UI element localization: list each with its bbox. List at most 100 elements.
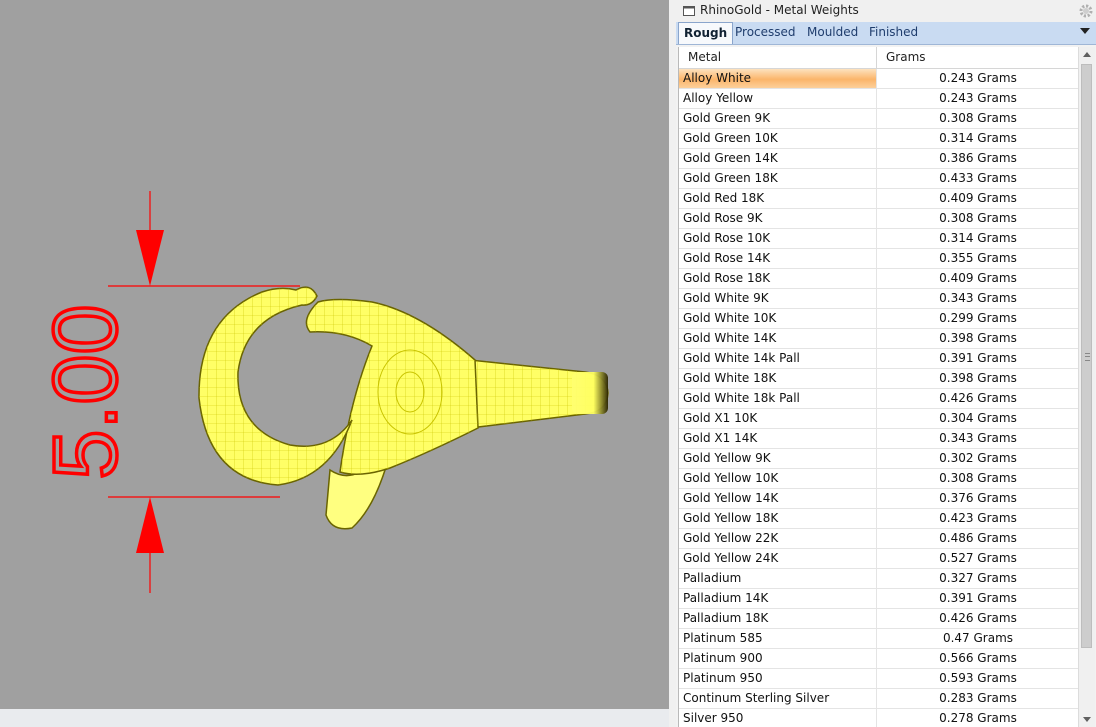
table-row[interactable]: Gold White 18K 0.398 Grams <box>679 369 1079 389</box>
cell-metal[interactable]: Gold X1 10K <box>679 409 877 428</box>
cell-grams[interactable]: 0.433 Grams <box>878 169 1078 188</box>
cell-metal[interactable]: Gold White 14K <box>679 329 877 348</box>
cell-grams[interactable]: 0.376 Grams <box>878 489 1078 508</box>
table-row[interactable]: Gold Yellow 24K 0.527 Grams <box>679 549 1079 569</box>
cell-metal[interactable]: Gold Yellow 9K <box>679 449 877 468</box>
table-row[interactable]: Continum Sterling Silver 0.283 Grams <box>679 689 1079 709</box>
cell-grams[interactable]: 0.47 Grams <box>878 629 1078 648</box>
cell-grams[interactable]: 0.314 Grams <box>878 129 1078 148</box>
table-row[interactable]: Gold Yellow 14K 0.376 Grams <box>679 489 1079 509</box>
table-row[interactable]: Gold Yellow 9K 0.302 Grams <box>679 449 1079 469</box>
cell-grams[interactable]: 0.391 Grams <box>878 349 1078 368</box>
table-row[interactable]: Gold Rose 14K 0.355 Grams <box>679 249 1079 269</box>
tab-rough[interactable]: Rough <box>678 22 734 44</box>
vertical-scrollbar[interactable] <box>1078 47 1095 727</box>
cell-metal[interactable]: Gold Green 9K <box>679 109 877 128</box>
gear-icon[interactable] <box>1078 3 1094 19</box>
cell-grams[interactable]: 0.327 Grams <box>878 569 1078 588</box>
table-row[interactable]: Gold Green 14K 0.386 Grams <box>679 149 1079 169</box>
cell-metal[interactable]: Gold White 14k Pall <box>679 349 877 368</box>
cell-metal[interactable]: Gold Green 14K <box>679 149 877 168</box>
cell-metal[interactable]: Gold X1 14K <box>679 429 877 448</box>
cell-grams[interactable]: 0.593 Grams <box>878 669 1078 688</box>
cell-metal[interactable]: Palladium 14K <box>679 589 877 608</box>
chevron-down-icon[interactable] <box>1080 28 1090 34</box>
table-row[interactable]: Platinum 585 0.47 Grams <box>679 629 1079 649</box>
table-row[interactable]: Gold Green 9K 0.308 Grams <box>679 109 1079 129</box>
cell-grams[interactable]: 0.355 Grams <box>878 249 1078 268</box>
cell-metal[interactable]: Gold Green 18K <box>679 169 877 188</box>
cell-metal[interactable]: Gold Yellow 10K <box>679 469 877 488</box>
table-row[interactable]: Gold Rose 10K 0.314 Grams <box>679 229 1079 249</box>
cell-grams[interactable]: 0.283 Grams <box>878 689 1078 708</box>
cell-metal[interactable]: Continum Sterling Silver <box>679 689 877 708</box>
cell-metal[interactable]: Gold Rose 14K <box>679 249 877 268</box>
cell-grams[interactable]: 0.423 Grams <box>878 509 1078 528</box>
cell-grams[interactable]: 0.398 Grams <box>878 329 1078 348</box>
cell-grams[interactable]: 0.426 Grams <box>878 609 1078 628</box>
cell-metal[interactable]: Silver 950 <box>679 709 877 727</box>
cell-grams[interactable]: 0.566 Grams <box>878 649 1078 668</box>
table-row[interactable]: Platinum 950 0.593 Grams <box>679 669 1079 689</box>
cell-metal[interactable]: Gold White 18k Pall <box>679 389 877 408</box>
cell-grams[interactable]: 0.243 Grams <box>878 69 1078 88</box>
clasp-model[interactable] <box>198 286 609 530</box>
viewport-3d[interactable]: 5.00 <box>0 0 669 709</box>
table-row[interactable]: Gold White 14k Pall 0.391 Grams <box>679 349 1079 369</box>
cell-metal[interactable]: Gold Yellow 18K <box>679 509 877 528</box>
tab-finished[interactable]: Finished <box>864 22 923 43</box>
cell-grams[interactable]: 0.527 Grams <box>878 549 1078 568</box>
cell-grams[interactable]: 0.409 Grams <box>878 269 1078 288</box>
scroll-down-icon[interactable] <box>1083 717 1091 722</box>
table-row[interactable]: Gold White 18k Pall 0.426 Grams <box>679 389 1079 409</box>
table-row[interactable]: Gold Yellow 22K 0.486 Grams <box>679 529 1079 549</box>
cell-metal[interactable]: Gold Rose 18K <box>679 269 877 288</box>
metal-weights-table[interactable]: Metal Grams Alloy White 0.243 Grams Alloy … <box>678 47 1079 727</box>
table-row[interactable]: Silver 950 0.278 Grams <box>679 709 1079 727</box>
cell-metal[interactable]: Gold Yellow 14K <box>679 489 877 508</box>
cell-grams[interactable]: 0.278 Grams <box>878 709 1078 727</box>
cell-grams[interactable]: 0.308 Grams <box>878 209 1078 228</box>
table-row[interactable]: Alloy Yellow 0.243 Grams <box>679 89 1079 109</box>
cell-metal[interactable]: Gold Green 10K <box>679 129 877 148</box>
table-row[interactable]: Palladium 18K 0.426 Grams <box>679 609 1079 629</box>
column-header-grams[interactable]: Grams <box>878 47 1078 68</box>
cell-grams[interactable]: 0.343 Grams <box>878 289 1078 308</box>
cell-metal[interactable]: Alloy White <box>679 69 877 88</box>
table-row[interactable]: Gold White 10K 0.299 Grams <box>679 309 1079 329</box>
cell-grams[interactable]: 0.299 Grams <box>878 309 1078 328</box>
table-row[interactable]: Platinum 900 0.566 Grams <box>679 649 1079 669</box>
cell-metal[interactable]: Gold Rose 9K <box>679 209 877 228</box>
cell-metal[interactable]: Palladium 18K <box>679 609 877 628</box>
cell-metal[interactable]: Gold Yellow 22K <box>679 529 877 548</box>
column-header-metal[interactable]: Metal <box>679 47 877 68</box>
cell-grams[interactable]: 0.386 Grams <box>878 149 1078 168</box>
cell-grams[interactable]: 0.308 Grams <box>878 109 1078 128</box>
table-row[interactable]: Gold X1 10K 0.304 Grams <box>679 409 1079 429</box>
cell-grams[interactable]: 0.426 Grams <box>878 389 1078 408</box>
table-row[interactable]: Gold Green 18K 0.433 Grams <box>679 169 1079 189</box>
cell-metal[interactable]: Alloy Yellow <box>679 89 877 108</box>
scroll-up-icon[interactable] <box>1083 52 1091 57</box>
cell-grams[interactable]: 0.391 Grams <box>878 589 1078 608</box>
cell-metal[interactable]: Gold Yellow 24K <box>679 549 877 568</box>
cell-grams[interactable]: 0.302 Grams <box>878 449 1078 468</box>
panel-splitter[interactable] <box>669 0 676 727</box>
cell-metal[interactable]: Platinum 585 <box>679 629 877 648</box>
cell-metal[interactable]: Gold White 10K <box>679 309 877 328</box>
table-row[interactable]: Palladium 14K 0.391 Grams <box>679 589 1079 609</box>
cell-metal[interactable]: Platinum 950 <box>679 669 877 688</box>
cell-grams[interactable]: 0.314 Grams <box>878 229 1078 248</box>
table-row[interactable]: Gold White 9K 0.343 Grams <box>679 289 1079 309</box>
cell-grams[interactable]: 0.308 Grams <box>878 469 1078 488</box>
cell-metal[interactable]: Gold Red 18K <box>679 189 877 208</box>
table-row[interactable]: Alloy White 0.243 Grams <box>679 69 1079 89</box>
cell-metal[interactable]: Gold Rose 10K <box>679 229 877 248</box>
cell-grams[interactable]: 0.486 Grams <box>878 529 1078 548</box>
cell-metal[interactable]: Gold White 9K <box>679 289 877 308</box>
cell-grams[interactable]: 0.304 Grams <box>878 409 1078 428</box>
cell-metal[interactable]: Platinum 900 <box>679 649 877 668</box>
table-row[interactable]: Palladium 0.327 Grams <box>679 569 1079 589</box>
cell-metal[interactable]: Palladium <box>679 569 877 588</box>
table-row[interactable]: Gold Rose 9K 0.308 Grams <box>679 209 1079 229</box>
